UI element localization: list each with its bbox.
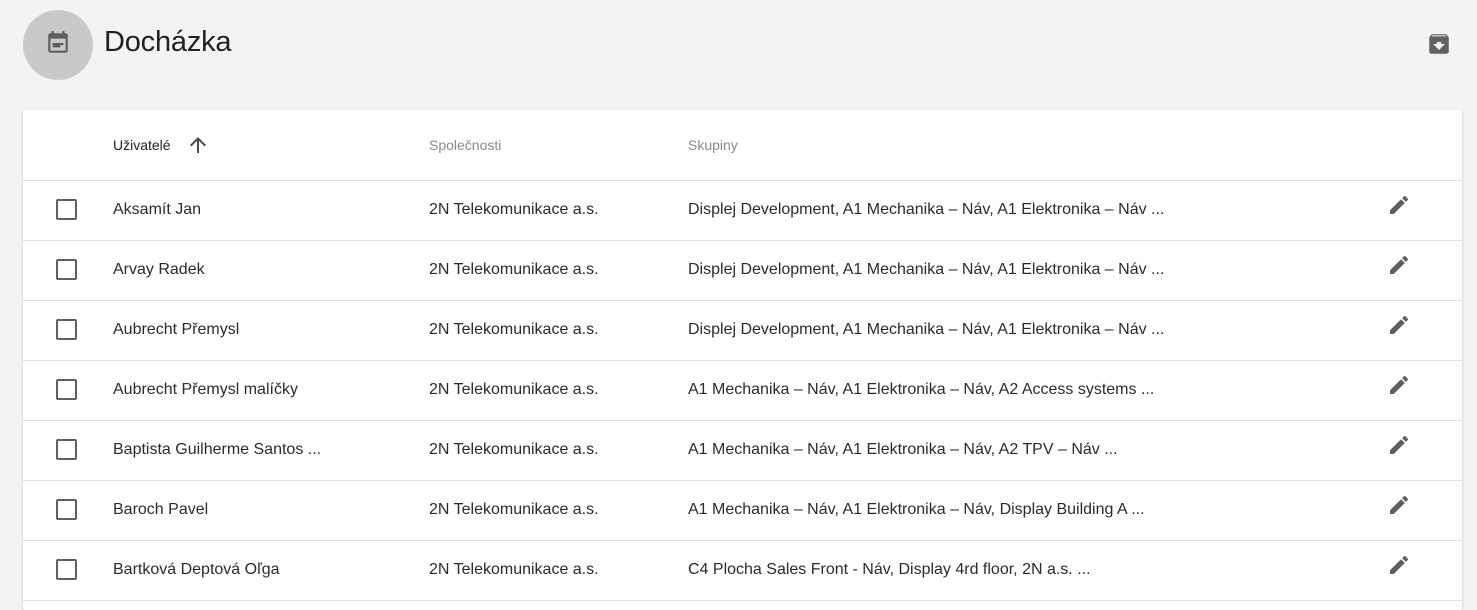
row-checkbox[interactable] (56, 439, 77, 460)
pencil-edit-icon (1387, 433, 1411, 462)
cell-company: 2N Telekomunikace a.s. (429, 561, 599, 578)
edit-button[interactable] (1386, 314, 1412, 340)
cell-company: 2N Telekomunikace a.s. (429, 201, 599, 218)
table-row[interactable]: Aubrecht Přemysl 2N Telekomunikace a.s. Di… (23, 301, 1462, 361)
page-title: Docházka (104, 26, 232, 58)
row-checkbox[interactable] (56, 199, 77, 220)
column-header-users[interactable]: Uživatelé (113, 133, 210, 157)
pencil-edit-icon (1387, 313, 1411, 342)
edit-button[interactable] (1386, 374, 1412, 400)
archive-button[interactable] (1426, 33, 1452, 59)
archive-download-icon (1426, 31, 1452, 62)
row-checkbox[interactable] (56, 319, 77, 340)
pencil-edit-icon (1387, 553, 1411, 582)
cell-groups: A1 Mechanika – Náv, A1 Elektronika – Náv… (688, 381, 1155, 398)
cell-groups: C4 Plocha Sales Front - Náv, Display 4rd… (688, 561, 1091, 578)
column-label-users: Uživatelé (113, 137, 171, 153)
cell-company: 2N Telekomunikace a.s. (429, 381, 599, 398)
cell-company: 2N Telekomunikace a.s. (429, 501, 599, 518)
cell-user: Baroch Pavel (113, 501, 209, 518)
page-header: Docházka (0, 0, 1477, 95)
cell-company: 2N Telekomunikace a.s. (429, 321, 599, 338)
cell-groups: Displej Development, A1 Mechanika – Náv,… (688, 201, 1165, 218)
edit-button[interactable] (1386, 494, 1412, 520)
row-checkbox[interactable] (56, 559, 77, 580)
table-header: Uživatelé Společnosti Skupiny (23, 110, 1462, 181)
cell-user: Baptista Guilherme Santos ... (113, 441, 322, 458)
attendance-table: Uživatelé Společnosti Skupiny Aksamít Ja… (23, 110, 1462, 610)
cell-groups: A1 Mechanika – Náv, A1 Elektronika – Náv… (688, 441, 1118, 458)
edit-button[interactable] (1386, 434, 1412, 460)
cell-groups: Displej Development, A1 Mechanika – Náv,… (688, 261, 1165, 278)
calendar-icon (45, 30, 71, 61)
column-header-groups[interactable]: Skupiny (688, 137, 738, 153)
table-row[interactable]: Baroch Pavel 2N Telekomunikace a.s. A1 Mec… (23, 481, 1462, 541)
row-checkbox[interactable] (56, 379, 77, 400)
cell-company: 2N Telekomunikace a.s. (429, 441, 599, 458)
pencil-edit-icon (1387, 193, 1411, 222)
row-checkbox[interactable] (56, 259, 77, 280)
edit-button[interactable] (1386, 194, 1412, 220)
cell-user: Arvay Radek (113, 261, 205, 278)
table-row[interactable]: Aksamít Jan 2N Telekomunikace a.s. Displej… (23, 181, 1462, 241)
edit-button[interactable] (1386, 554, 1412, 580)
avatar (23, 10, 93, 80)
cell-groups: A1 Mechanika – Náv, A1 Elektronika – Náv… (688, 501, 1145, 518)
pencil-edit-icon (1387, 253, 1411, 282)
table-row[interactable]: Baptista Guilherme Santos ... 2N Telekomu… (23, 421, 1462, 481)
table-row[interactable]: Aubrecht Přemysl malíčky 2N Telekomunikac… (23, 361, 1462, 421)
cell-user: Aubrecht Přemysl (113, 321, 240, 338)
edit-button[interactable] (1386, 254, 1412, 280)
cell-user: Bartková Deptová Oľga (113, 561, 280, 578)
pencil-edit-icon (1387, 373, 1411, 402)
table-row[interactable]: Arvay Radek 2N Telekomunikace a.s. Displej… (23, 241, 1462, 301)
cell-user: Aksamít Jan (113, 201, 202, 218)
table-row[interactable]: Bartková Deptová Oľga 2N Telekomunikace a… (23, 541, 1462, 601)
row-checkbox[interactable] (56, 499, 77, 520)
cell-groups: Displej Development, A1 Mechanika – Náv,… (688, 321, 1165, 338)
cell-user: Aubrecht Přemysl malíčky (113, 381, 298, 398)
column-header-companies[interactable]: Společnosti (429, 137, 501, 153)
pencil-edit-icon (1387, 493, 1411, 522)
arrow-up-icon[interactable] (186, 133, 210, 157)
cell-company: 2N Telekomunikace a.s. (429, 261, 599, 278)
